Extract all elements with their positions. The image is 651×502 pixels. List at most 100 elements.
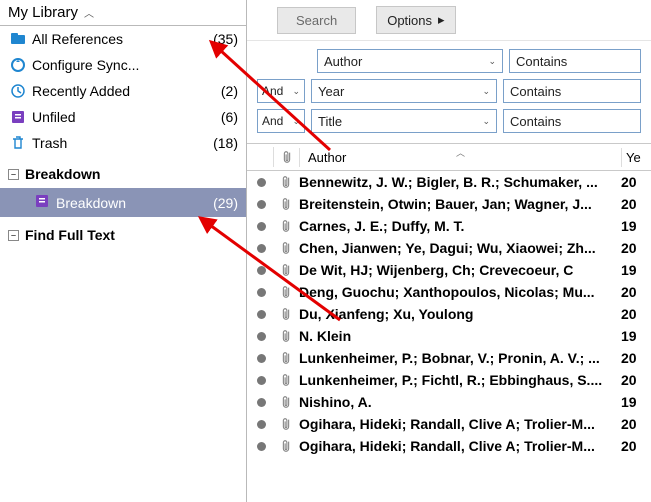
bool-dropdown[interactable]: And⌄ — [257, 79, 305, 103]
attachment-icon — [273, 439, 299, 453]
table-row[interactable]: N. Klein19 — [247, 325, 651, 347]
field-dropdown[interactable]: Year⌄ — [311, 79, 497, 103]
unread-dot — [249, 376, 273, 385]
table-row[interactable]: Deng, Guochu; Xanthopoulos, Nicolas; Mu.… — [247, 281, 651, 303]
main-panel: Search Options ▸ Author⌄ Contains And⌄ Y… — [247, 0, 651, 502]
table-row[interactable]: Bennewitz, J. W.; Bigler, B. R.; Schumak… — [247, 171, 651, 193]
author-cell: Deng, Guochu; Xanthopoulos, Nicolas; Mu.… — [299, 284, 621, 300]
author-cell: Nishino, A. — [299, 394, 621, 410]
chevron-up-icon: ︿ — [84, 5, 94, 20]
table-row[interactable]: Lunkenheimer, P.; Fichtl, R.; Ebbinghaus… — [247, 369, 651, 391]
chevron-down-icon: ⌄ — [292, 116, 300, 127]
group-breakdown[interactable]: – Breakdown — [0, 156, 246, 188]
year-cell: 19 — [621, 394, 651, 410]
table-row[interactable]: Lunkenheimer, P.; Bobnar, V.; Pronin, A.… — [247, 347, 651, 369]
bool-dropdown[interactable]: And⌄ — [257, 109, 305, 133]
options-label: Options — [387, 13, 432, 28]
year-cell: 20 — [621, 372, 651, 388]
library-header[interactable]: My Library ︿ — [0, 0, 246, 26]
group-label: Breakdown — [25, 166, 100, 182]
author-cell: Lunkenheimer, P.; Fichtl, R.; Ebbinghaus… — [299, 372, 621, 388]
nav-count: (18) — [213, 135, 238, 151]
group-child-label: Breakdown — [56, 195, 207, 211]
nav-unfiled[interactable]: Unfiled (6) — [0, 104, 246, 130]
nav-label: Configure Sync... — [32, 57, 238, 73]
options-button[interactable]: Options ▸ — [376, 6, 455, 34]
group-icon — [34, 193, 50, 212]
table-row[interactable]: Ogihara, Hideki; Randall, Clive A; Troli… — [247, 435, 651, 457]
reference-list: Bennewitz, J. W.; Bigler, B. R.; Schumak… — [247, 171, 651, 502]
trash-icon — [10, 135, 26, 151]
search-button[interactable]: Search — [277, 7, 356, 34]
table-row[interactable]: Breitenstein, Otwin; Bauer, Jan; Wagner,… — [247, 193, 651, 215]
attachment-icon — [273, 285, 299, 299]
year-cell: 19 — [621, 328, 651, 344]
year-cell: 19 — [621, 218, 651, 234]
year-cell: 20 — [621, 240, 651, 256]
nav-recently-added[interactable]: Recently Added (2) — [0, 78, 246, 104]
triangle-right-icon: ▸ — [438, 12, 445, 28]
collapse-icon[interactable]: – — [8, 169, 19, 180]
year-cell: 20 — [621, 196, 651, 212]
attachment-icon — [273, 395, 299, 409]
year-cell: 19 — [621, 262, 651, 278]
sidebar: My Library ︿ All References (35) Configu… — [0, 0, 247, 502]
search-criteria: Author⌄ Contains And⌄ Year⌄ Contains And… — [247, 41, 651, 144]
nav-label: Trash — [32, 135, 207, 151]
nav-count: (35) — [213, 31, 238, 47]
toolbar: Search Options ▸ — [247, 0, 651, 41]
chevron-down-icon: ⌄ — [482, 116, 490, 127]
unread-dot — [249, 420, 273, 429]
attachment-icon — [273, 373, 299, 387]
table-row[interactable]: Carnes, J. E.; Duffy, M. T.19 — [247, 215, 651, 237]
group-child-breakdown[interactable]: Breakdown (29) — [0, 188, 246, 217]
unread-dot — [249, 310, 273, 319]
clock-icon — [10, 83, 26, 99]
attachment-icon — [273, 241, 299, 255]
col-year[interactable]: Ye — [621, 148, 651, 167]
table-row[interactable]: Du, Xianfeng; Xu, Youlong20 — [247, 303, 651, 325]
unread-dot — [249, 398, 273, 407]
nav-trash[interactable]: Trash (18) — [0, 130, 246, 156]
year-cell: 20 — [621, 306, 651, 322]
group-find-full-text[interactable]: – Find Full Text — [0, 217, 246, 249]
attachment-icon — [273, 175, 299, 189]
collapse-icon[interactable]: – — [8, 230, 19, 241]
attachment-icon — [273, 351, 299, 365]
col-author[interactable]: ︿ Author — [299, 148, 621, 167]
sort-chevron-icon: ︿ — [456, 146, 465, 159]
unread-dot — [249, 266, 273, 275]
field-dropdown[interactable]: Title⌄ — [311, 109, 497, 133]
unread-dot — [249, 442, 273, 451]
year-cell: 20 — [621, 438, 651, 454]
attachment-icon — [273, 329, 299, 343]
attachment-icon — [273, 307, 299, 321]
attachment-icon — [273, 417, 299, 431]
col-attachment[interactable] — [273, 147, 299, 167]
author-cell: Breitenstein, Otwin; Bauer, Jan; Wagner,… — [299, 196, 621, 212]
condition-dropdown[interactable]: Contains — [503, 79, 641, 103]
chevron-down-icon: ⌄ — [292, 86, 300, 97]
author-cell: Chen, Jianwen; Ye, Dagui; Wu, Xiaowei; Z… — [299, 240, 621, 256]
unread-dot — [249, 200, 273, 209]
unfiled-icon — [10, 109, 26, 125]
author-cell: Ogihara, Hideki; Randall, Clive A; Troli… — [299, 438, 621, 454]
group-child-count: (29) — [213, 195, 238, 211]
nav-configure-sync[interactable]: Configure Sync... — [0, 52, 246, 78]
field-dropdown[interactable]: Author⌄ — [317, 49, 503, 73]
attachment-icon — [273, 197, 299, 211]
nav-count: (2) — [221, 83, 238, 99]
table-row[interactable]: Ogihara, Hideki; Randall, Clive A; Troli… — [247, 413, 651, 435]
nav-count: (6) — [221, 109, 238, 125]
table-row[interactable]: De Wit, HJ; Wijenberg, Ch; Crevecoeur, C… — [247, 259, 651, 281]
condition-dropdown[interactable]: Contains — [503, 109, 641, 133]
condition-dropdown[interactable]: Contains — [509, 49, 641, 73]
search-row: And⌄ Year⌄ Contains — [257, 79, 641, 103]
unread-dot — [249, 244, 273, 253]
chevron-down-icon: ⌄ — [482, 86, 490, 97]
author-cell: Ogihara, Hideki; Randall, Clive A; Troli… — [299, 416, 621, 432]
table-row[interactable]: Chen, Jianwen; Ye, Dagui; Wu, Xiaowei; Z… — [247, 237, 651, 259]
nav-all-references[interactable]: All References (35) — [0, 26, 246, 52]
search-row: And⌄ Title⌄ Contains — [257, 109, 641, 133]
table-row[interactable]: Nishino, A.19 — [247, 391, 651, 413]
